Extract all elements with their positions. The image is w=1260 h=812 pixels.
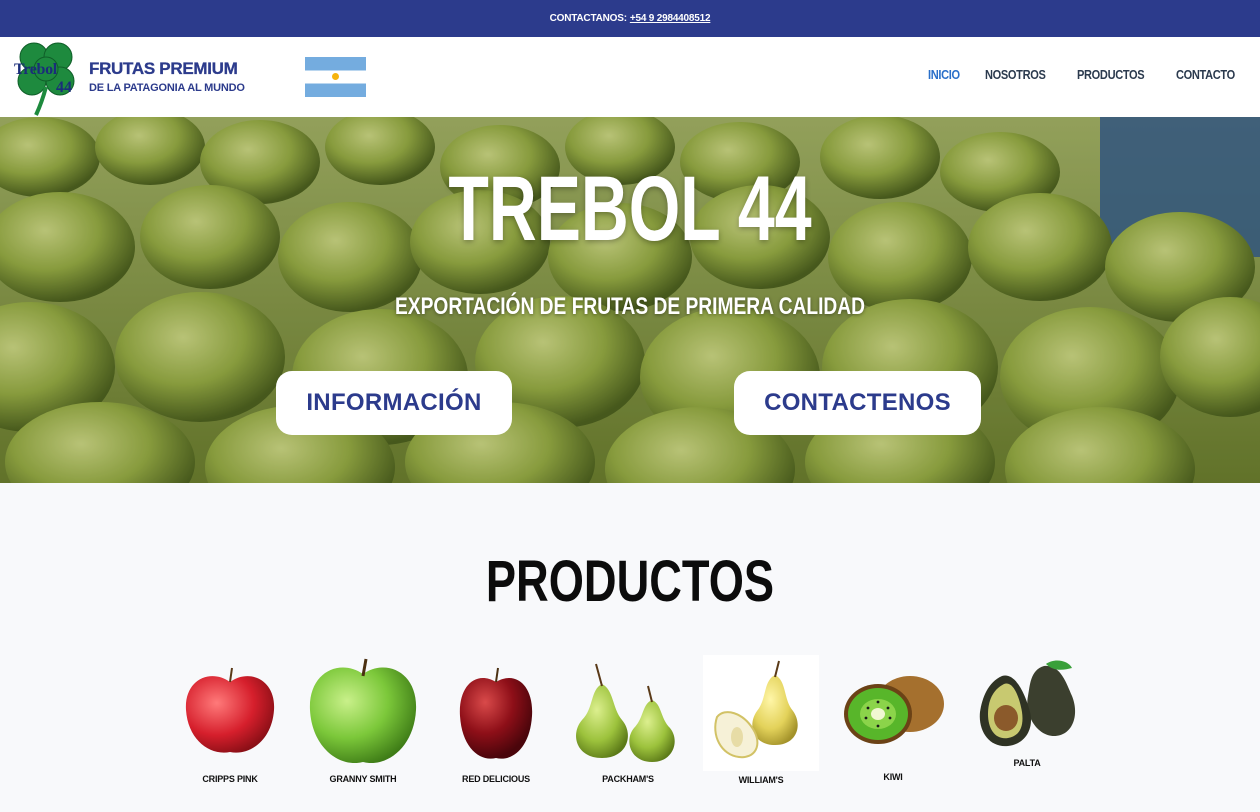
nav-item-nosotros[interactable]: NOSOTROS: [985, 67, 1046, 82]
contact-bar: CONTACTANOS: +54 9 2984408512: [0, 0, 1260, 37]
main-nav: INICIO NOSOTROS PRODUCTOS CONTACTO: [928, 67, 1245, 82]
hero-title: TREBOL 44: [448, 158, 812, 260]
product-granny-smith[interactable]: GRANNY SMITH: [306, 656, 420, 788]
green-apple-icon: [309, 658, 417, 764]
avocado-icon: [979, 660, 1076, 747]
product-cripps-pink[interactable]: CRIPPS PINK: [180, 660, 280, 788]
nav-item-contacto[interactable]: CONTACTO: [1176, 67, 1235, 82]
product-palta[interactable]: PALTA: [972, 656, 1082, 768]
product-label: GRANNY SMITH: [329, 774, 397, 784]
products-title: PRODUCTOS: [485, 549, 775, 614]
nav-item-productos[interactable]: PRODUCTOS: [1077, 67, 1145, 82]
hero-subtitle: EXPORTACIÓN DE FRUTAS DE PRIMERA CALIDAD: [394, 293, 866, 320]
yellow-pear-icon: [703, 655, 819, 771]
site-logo[interactable]: Trebol 44 FRUTAS PREMIUM DE LA PATAGONIA…: [12, 37, 272, 117]
site-header: Trebol 44 FRUTAS PREMIUM DE LA PATAGONIA…: [0, 37, 1260, 117]
product-label: WILLIAM'S: [738, 775, 784, 785]
logo-text-44: 44: [56, 79, 72, 96]
nav-item-inicio[interactable]: INICIO: [928, 67, 960, 82]
product-packhams[interactable]: PACKHAM'S: [568, 660, 688, 788]
product-red-delicious[interactable]: RED DELICIOUS: [456, 664, 536, 788]
argentina-flag-icon: [305, 57, 366, 97]
green-pears-icon: [576, 663, 675, 762]
hero-section: TREBOL 44 EXPORTACIÓN DE FRUTAS DE PRIME…: [0, 117, 1260, 483]
product-label: KIWI: [883, 772, 903, 782]
contact-button[interactable]: CONTACTENOS: [734, 371, 981, 435]
product-williams[interactable]: WILLIAM'S: [703, 655, 819, 788]
logo-tagline-2: DE LA PATAGONIA AL MUNDO: [89, 82, 245, 94]
red-apple-icon: [185, 667, 275, 753]
flag-sun-icon: [332, 73, 339, 80]
product-kiwi[interactable]: KIWI: [840, 672, 946, 786]
product-label: PALTA: [1013, 758, 1041, 768]
phone-link[interactable]: +54 9 2984408512: [630, 13, 711, 24]
product-label: PACKHAM'S: [602, 774, 654, 784]
info-button[interactable]: INFORMACIÓN: [276, 371, 512, 435]
dark-red-apple-icon: [459, 667, 533, 759]
product-label: RED DELICIOUS: [462, 774, 530, 784]
logo-text-trebol: Trebol: [14, 61, 57, 78]
logo-tagline-1: FRUTAS PREMIUM: [89, 59, 238, 78]
contact-label: CONTACTANOS:: [549, 13, 627, 24]
product-label: CRIPPS PINK: [202, 774, 258, 784]
kiwi-icon: [844, 676, 944, 744]
